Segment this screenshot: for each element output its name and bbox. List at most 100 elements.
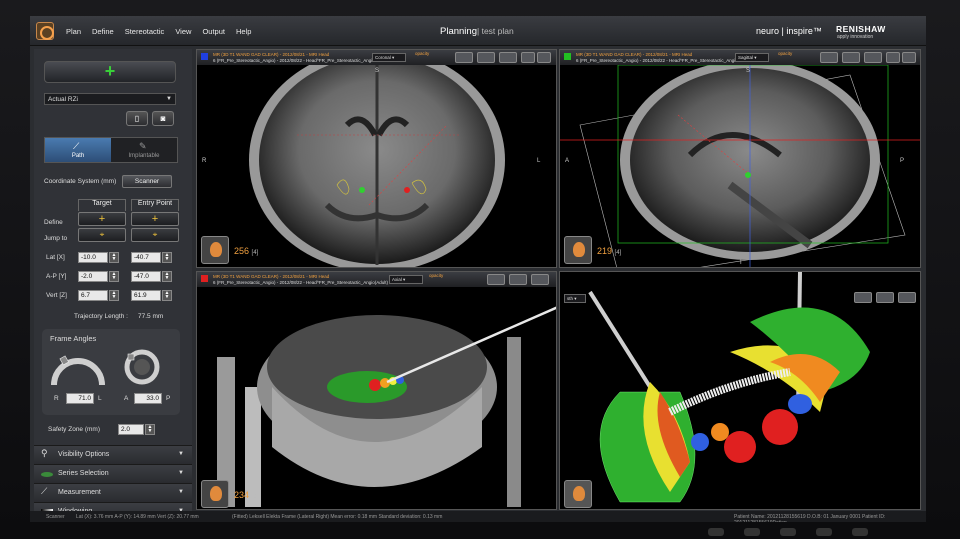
plan-name-text: test plan [481, 26, 514, 36]
entry-vert-input[interactable]: 61.9 [131, 290, 161, 301]
trajectory-dropdown[interactable]: Actual RZi ▼ [44, 93, 176, 105]
mode-tabs: ⟋ Path ✎ Implantable [44, 137, 178, 163]
define-entry-button[interactable]: + [131, 212, 179, 226]
coronal-tool-4[interactable] [521, 52, 535, 63]
viewport-coronal[interactable]: MR (3D T1 WAND GAD CLEAR) - 2012/08/21 -… [196, 49, 557, 268]
define-target-button[interactable]: + [78, 212, 126, 226]
monitor-button-4[interactable] [816, 528, 832, 536]
ring-angle-gauge[interactable] [48, 347, 108, 387]
model-view-select-value: sth [567, 296, 574, 301]
viewport-3d-axial[interactable]: MR (3D T1 WAND GAD CLEAR) - 2012/08/21 -… [196, 271, 557, 510]
head-orientation-icon[interactable] [201, 480, 229, 508]
sagittal-tool-3[interactable] [864, 52, 882, 63]
model-3d-render [588, 272, 870, 503]
jump-target-button[interactable]: ⌖ [78, 228, 126, 242]
model-view-select[interactable]: sth ▾ [564, 294, 586, 303]
chevron-down-icon: ▼ [166, 96, 172, 102]
menu-stereotactic[interactable]: Stereotactic [125, 27, 165, 36]
add-trajectory-button[interactable]: + [44, 61, 176, 83]
sagittal-toolbar[interactable] [820, 52, 838, 63]
sagittal-view-select[interactable]: Sagittal ▾ [735, 53, 769, 62]
section-measurement[interactable]: ⟋ Measurement ▼ [34, 483, 192, 502]
target-lat-input[interactable]: -10.0 [78, 252, 108, 263]
coronal-tool-5[interactable] [537, 52, 551, 63]
axial-tool-3[interactable] [531, 274, 549, 285]
head-orientation-icon[interactable] [564, 480, 592, 508]
coronal-tool-3[interactable] [499, 52, 517, 63]
menu-define[interactable]: Define [92, 27, 114, 36]
sagittal-tool-4[interactable] [886, 52, 900, 63]
menu-output[interactable]: Output [202, 27, 225, 36]
scanner-button[interactable]: Scanner [122, 175, 172, 188]
chevron-down-icon: ▼ [178, 470, 184, 476]
entry-lat-input[interactable]: -40.7 [131, 252, 161, 263]
app-logo-icon[interactable] [36, 22, 54, 40]
tab-path[interactable]: ⟋ Path [45, 138, 111, 162]
viewport-sagittal[interactable]: MR (3D T1 WAND GAD CLEAR) - 2012/08/21 -… [559, 49, 921, 268]
menu-plan[interactable]: Plan [66, 27, 81, 36]
sagittal-tool-2[interactable] [842, 52, 860, 63]
jump-entry-button[interactable]: ⌖ [131, 228, 179, 242]
company-tagline: apply innovation [837, 34, 874, 40]
safety-zone-stepper[interactable]: ▲ ▼ [145, 424, 155, 435]
power-button[interactable] [852, 528, 868, 536]
coronal-view-select-value: Coronal [375, 55, 391, 60]
model-toolbar[interactable] [854, 292, 872, 303]
coronal-slice-number: 256 [4] [234, 246, 258, 256]
monitor-button-1[interactable] [708, 528, 724, 536]
coronal-toolbar[interactable] [455, 52, 473, 63]
section-visibility-options[interactable]: ⚲ Visibility Options ▼ [34, 445, 192, 464]
arc-angle-gauge[interactable] [122, 347, 162, 387]
axial-view-select[interactable]: Axial ▾ [389, 275, 423, 284]
head-orientation-icon[interactable] [564, 236, 592, 264]
target-lat-stepper[interactable]: ▲ ▼ [109, 252, 119, 263]
axial-tool-2[interactable] [509, 274, 527, 285]
product-brand: neuro | inspire™ [756, 26, 822, 36]
monitor-button-3[interactable] [780, 528, 796, 536]
entry-vert-stepper[interactable]: ▲ ▼ [162, 290, 172, 301]
coronal-slice-index: [4] [251, 250, 259, 256]
model-tool-2[interactable] [876, 292, 894, 303]
coronal-mri-image [249, 65, 505, 267]
sagittal-slice-index: [4] [614, 250, 622, 256]
target-vert-stepper[interactable]: ▲ ▼ [109, 290, 119, 301]
ruler-icon: ⟋ [41, 486, 48, 496]
coronal-tool-2[interactable] [477, 52, 495, 63]
viewport-3d-model[interactable]: sth ▾ [559, 271, 921, 510]
series-color-swatch [564, 53, 571, 60]
trajectory-dropdown-value: Actual RZi [48, 96, 78, 103]
tab-path-label: Path [71, 153, 85, 159]
coronal-opacity-label: opacity [415, 51, 430, 56]
entry-ap-stepper[interactable]: ▲ ▼ [162, 271, 172, 282]
ring-angle-input[interactable]: 71.0 [66, 393, 94, 404]
monitor-buttons [708, 528, 868, 536]
safety-zone-input[interactable]: 2.0 [118, 424, 144, 435]
arc-angle-input[interactable]: 33.0 [134, 393, 162, 404]
coronal-view-select[interactable]: Coronal ▾ [372, 53, 406, 62]
plan-name: | test plan [477, 26, 514, 36]
menu-view[interactable]: View [175, 27, 191, 36]
sagittal-tool-5[interactable] [902, 52, 916, 63]
menu-help[interactable]: Help [236, 27, 251, 36]
ap-label: A-P [Y] [46, 273, 67, 280]
ring-left-label: R [54, 395, 59, 402]
head-orientation-icon[interactable] [201, 236, 229, 264]
target-vert-input[interactable]: 6.7 [78, 290, 108, 301]
axial-toolbar[interactable] [487, 274, 505, 285]
left-panel: + Actual RZi ▼ ▯ ◙ ⟋ Path ✎ Implantable Coo… [34, 49, 192, 521]
section-series-selection[interactable]: Series Selection ▼ [34, 464, 192, 483]
target-ap-input[interactable]: -2.0 [78, 271, 108, 282]
page-title: Planning [440, 26, 477, 37]
model-tool-3[interactable] [898, 292, 916, 303]
search-icon: ⚲ [41, 448, 48, 458]
entry-ap-input[interactable]: -47.0 [131, 271, 161, 282]
tab-implantable[interactable]: ✎ Implantable [111, 138, 177, 162]
status-bar: Scanner Lat (X): 3.76 mm A-P (Y): 14.89 … [30, 511, 926, 522]
chevron-down-icon: ▼ [178, 489, 184, 495]
entry-lat-stepper[interactable]: ▲ ▼ [162, 252, 172, 263]
delete-icon[interactable]: ◙ [152, 111, 174, 126]
monitor-button-2[interactable] [744, 528, 760, 536]
clipboard-icon[interactable]: ▯ [126, 111, 148, 126]
section-measurement-label: Measurement [58, 489, 101, 496]
target-ap-stepper[interactable]: ▲ ▼ [109, 271, 119, 282]
